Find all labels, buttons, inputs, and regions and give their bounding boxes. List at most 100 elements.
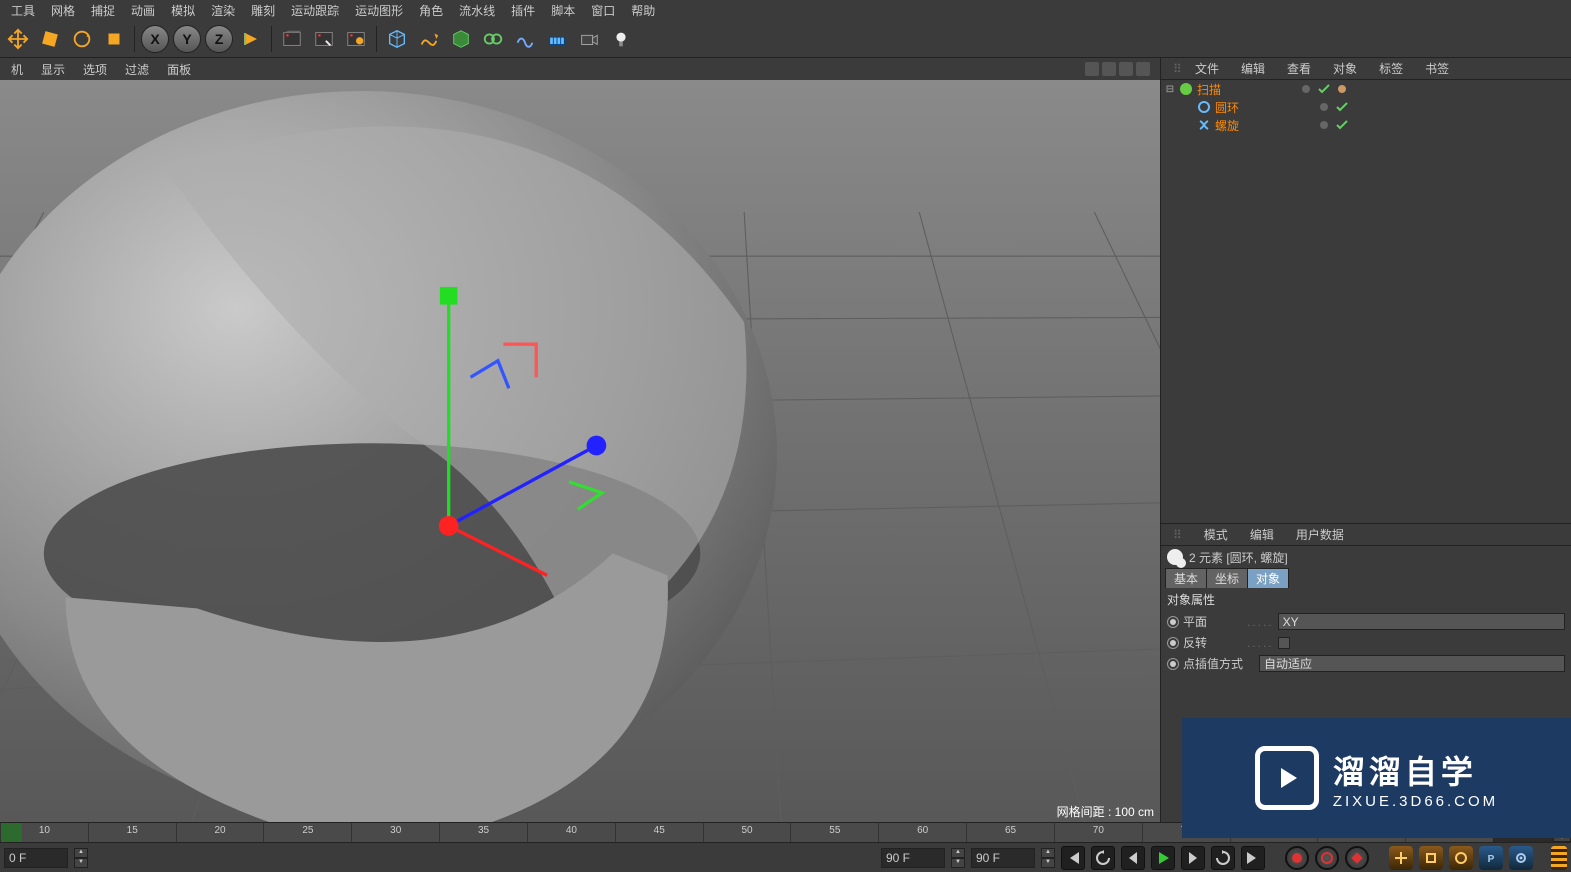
scale-key-icon[interactable] <box>1419 846 1443 870</box>
add-environment-icon[interactable] <box>511 25 539 53</box>
animation-layer-icon[interactable] <box>1551 846 1567 870</box>
viewport-menu-item[interactable]: 选项 <box>76 60 114 79</box>
spinner[interactable]: ▲▼ <box>74 848 88 868</box>
tree-row-sweep[interactable]: ⊟ 扫描 <box>1161 80 1571 98</box>
viewport-3d[interactable]: 网格间距 : 100 cm <box>0 80 1160 822</box>
play-icon[interactable] <box>1151 846 1175 870</box>
layer-dot-icon[interactable] <box>1315 117 1333 133</box>
tree-row-helix[interactable]: 螺旋 <box>1161 116 1571 134</box>
menu-item[interactable]: 渲染 <box>204 1 242 20</box>
panel-tab[interactable]: 文件 <box>1187 59 1227 78</box>
autokey-icon[interactable] <box>1315 846 1339 870</box>
radio-icon[interactable] <box>1167 616 1179 628</box>
menu-item[interactable]: 流水线 <box>452 1 502 20</box>
sub-tab-object[interactable]: 对象 <box>1247 568 1289 589</box>
panel-tab[interactable]: 对象 <box>1325 59 1365 78</box>
add-scene-icon[interactable] <box>543 25 571 53</box>
viewport-layout-icon[interactable] <box>1136 62 1150 76</box>
spinner[interactable]: ▲▼ <box>1041 848 1055 868</box>
add-generator-icon[interactable] <box>447 25 475 53</box>
menu-item[interactable]: 运动图形 <box>348 1 410 20</box>
keyframe-selection-icon[interactable] <box>1345 846 1369 870</box>
viewport-menu-item[interactable]: 过滤 <box>118 60 156 79</box>
attr-tab[interactable]: 用户数据 <box>1288 525 1352 544</box>
menu-item[interactable]: 雕刻 <box>244 1 282 20</box>
add-deformer-icon[interactable] <box>479 25 507 53</box>
position-key-icon[interactable] <box>1389 846 1413 870</box>
x-axis-lock[interactable]: X <box>141 25 169 53</box>
scale-tool-icon[interactable] <box>36 25 64 53</box>
menu-item[interactable]: 脚本 <box>544 1 582 20</box>
menu-item[interactable]: 工具 <box>4 1 42 20</box>
next-key-icon[interactable] <box>1211 846 1235 870</box>
prev-key-icon[interactable] <box>1091 846 1115 870</box>
panel-tab[interactable]: 标签 <box>1371 59 1411 78</box>
viewport-menu-item[interactable]: 显示 <box>34 60 72 79</box>
panel-grip-icon[interactable]: ⠿ <box>1165 61 1181 77</box>
add-spline-icon[interactable] <box>415 25 443 53</box>
visibility-check-icon[interactable] <box>1333 99 1351 115</box>
menu-item[interactable]: 窗口 <box>584 1 622 20</box>
radio-icon[interactable] <box>1167 658 1179 670</box>
tree-item-label[interactable]: 圆环 <box>1215 99 1239 116</box>
object-manager-tree[interactable]: ⊟ 扫描 圆环 <box>1161 80 1571 524</box>
tree-item-label[interactable]: 扫描 <box>1197 81 1221 98</box>
render-settings-icon[interactable] <box>342 25 370 53</box>
menu-item[interactable]: 角色 <box>412 1 450 20</box>
viewport-menu-item[interactable]: 机 <box>4 60 30 79</box>
menu-item[interactable]: 模拟 <box>164 1 202 20</box>
viewport-menu-item[interactable]: 面板 <box>160 60 198 79</box>
prev-frame-icon[interactable] <box>1121 846 1145 870</box>
rotate-tool-icon[interactable] <box>68 25 96 53</box>
menu-item[interactable]: 网格 <box>44 1 82 20</box>
reverse-checkbox[interactable] <box>1278 637 1290 649</box>
next-frame-icon[interactable] <box>1181 846 1205 870</box>
panel-tab[interactable]: 编辑 <box>1233 59 1273 78</box>
attr-tab[interactable]: 模式 <box>1196 525 1236 544</box>
last-tool-icon[interactable] <box>100 25 128 53</box>
add-camera-icon[interactable] <box>575 25 603 53</box>
parameter-key-icon[interactable]: P <box>1479 846 1503 870</box>
start-frame-field[interactable]: 0 F <box>4 848 68 868</box>
viewport-rotate-icon[interactable] <box>1119 62 1133 76</box>
viewport-zoom-icon[interactable] <box>1102 62 1116 76</box>
tree-expander-icon[interactable]: ⊟ <box>1165 84 1175 95</box>
z-axis-lock[interactable]: Z <box>205 25 233 53</box>
menu-item[interactable]: 运动跟踪 <box>284 1 346 20</box>
panel-tab[interactable]: 查看 <box>1279 59 1319 78</box>
interpolation-dropdown[interactable]: 自动适应 <box>1259 655 1565 672</box>
plane-dropdown[interactable]: XY <box>1278 613 1565 630</box>
add-cube-icon[interactable] <box>383 25 411 53</box>
rotation-key-icon[interactable] <box>1449 846 1473 870</box>
layer-dot-icon[interactable] <box>1297 81 1315 97</box>
menu-item[interactable]: 帮助 <box>624 1 662 20</box>
add-light-icon[interactable] <box>607 25 635 53</box>
y-axis-lock[interactable]: Y <box>173 25 201 53</box>
viewport-pan-icon[interactable] <box>1085 62 1099 76</box>
tree-row-circle[interactable]: 圆环 <box>1161 98 1571 116</box>
render-region-icon[interactable] <box>310 25 338 53</box>
end-frame-field[interactable]: 90 F <box>971 848 1035 868</box>
sub-tab-coord[interactable]: 坐标 <box>1206 568 1248 589</box>
visibility-check-icon[interactable] <box>1333 117 1351 133</box>
current-frame-field[interactable]: 90 F <box>881 848 945 868</box>
menu-item[interactable]: 动画 <box>124 1 162 20</box>
sub-tab-basic[interactable]: 基本 <box>1165 568 1207 589</box>
record-icon[interactable] <box>1285 846 1309 870</box>
render-view-icon[interactable] <box>278 25 306 53</box>
attr-tab[interactable]: 编辑 <box>1242 525 1282 544</box>
goto-start-icon[interactable] <box>1061 846 1085 870</box>
panel-grip-icon[interactable]: ⠿ <box>1165 527 1190 543</box>
move-tool-icon[interactable] <box>4 25 32 53</box>
tag-icon[interactable] <box>1333 81 1351 97</box>
goto-end-icon[interactable] <box>1241 846 1265 870</box>
panel-tab[interactable]: 书签 <box>1417 59 1457 78</box>
layer-dot-icon[interactable] <box>1315 99 1333 115</box>
radio-icon[interactable] <box>1167 637 1179 649</box>
menu-item[interactable]: 插件 <box>504 1 542 20</box>
tree-item-label[interactable]: 螺旋 <box>1215 117 1239 134</box>
visibility-check-icon[interactable] <box>1315 81 1333 97</box>
coord-system-icon[interactable] <box>237 25 265 53</box>
spinner[interactable]: ▲▼ <box>951 848 965 868</box>
pla-key-icon[interactable] <box>1509 846 1533 870</box>
